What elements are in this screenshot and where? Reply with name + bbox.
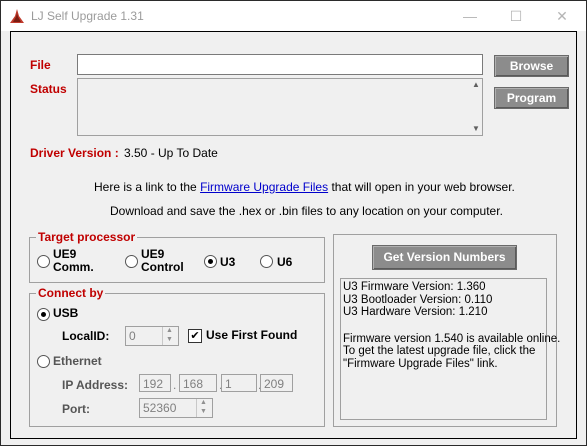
localid-value: 0 [129, 329, 136, 343]
use-first-found-label[interactable]: Use First Found [206, 329, 297, 342]
radio-ethernet-label[interactable]: Ethernet [53, 354, 102, 368]
version-output: U3 Firmware Version: 1.360 U3 Bootloader… [343, 281, 561, 370]
file-label: File [30, 58, 51, 72]
version-line [343, 319, 543, 333]
radio-ue9-control-line2: Control [141, 260, 184, 274]
scroll-down-icon[interactable]: ▼ [471, 124, 481, 134]
radio-usb[interactable] [37, 308, 50, 321]
info-line-1-suffix: that will open in your web browser. [328, 180, 515, 194]
radio-u3[interactable] [204, 255, 217, 268]
app-window: LJ Self Upgrade 1.31 — ☐ ✕ File Browse S… [0, 0, 587, 446]
version-line: U3 Firmware Version: 1.360 [343, 281, 486, 293]
localid-label: LocalID: [62, 329, 110, 343]
version-line: "Firmware Upgrade Files" link. [343, 357, 498, 370]
port-label: Port: [62, 402, 90, 416]
radio-ethernet[interactable] [37, 355, 50, 368]
radio-ue9-control[interactable] [125, 255, 138, 268]
file-input[interactable] [77, 54, 483, 75]
status-textarea[interactable]: ▲ ▼ [77, 78, 483, 136]
spinner-arrows-icon[interactable]: ▲ ▼ [162, 327, 178, 345]
target-processor-title: Target processor [36, 230, 138, 244]
driver-version-label: Driver Version : [30, 146, 119, 160]
spinner-arrows-icon[interactable]: ▲ ▼ [196, 399, 212, 417]
title-bar[interactable]: LJ Self Upgrade 1.31 — ☐ ✕ [1, 1, 586, 31]
version-line: U3 Bootloader Version: 0.110 [343, 293, 493, 306]
connect-by-title: Connect by [36, 286, 106, 300]
version-line: U3 Hardware Version: 1.210 [343, 306, 488, 318]
get-version-numbers-button[interactable]: Get Version Numbers [372, 245, 517, 270]
ip-octet-3[interactable]: 1 [221, 374, 257, 392]
radio-ue9-control-label[interactable]: UE9 Control [141, 248, 184, 274]
port-value: 52360 [143, 401, 177, 415]
checkmark-icon: ✔ [190, 330, 200, 342]
labjack-logo-icon [10, 9, 24, 23]
version-line: To get the latest upgrade file, click th… [343, 345, 536, 357]
close-icon[interactable]: ✕ [539, 1, 585, 31]
maximize-icon[interactable]: ☐ [493, 1, 539, 31]
driver-version-value: 3.50 - Up To Date [124, 146, 218, 160]
ip-octet-2[interactable]: 168 [179, 374, 217, 392]
window-title: LJ Self Upgrade 1.31 [31, 9, 144, 23]
radio-u3-label[interactable]: U3 [220, 256, 235, 269]
radio-ue9-comm-line2: Comm. [53, 260, 94, 274]
radio-usb-label[interactable]: USB [53, 307, 78, 320]
radio-u6-label[interactable]: U6 [277, 256, 292, 269]
localid-spinner[interactable]: 0 ▲ ▼ [125, 326, 179, 346]
info-line-1-prefix: Here is a link to the [94, 180, 201, 194]
info-line-2: Download and save the .hex or .bin files… [110, 204, 503, 218]
version-line: Firmware version 1.540 is available onli… [343, 332, 561, 345]
port-spinner[interactable]: 52360 ▲ ▼ [139, 398, 213, 418]
ip-octet-1[interactable]: 192 [139, 374, 171, 392]
browse-button[interactable]: Browse [494, 55, 569, 77]
info-line-1: Here is a link to the Firmware Upgrade F… [94, 180, 515, 194]
radio-u6[interactable] [260, 255, 273, 268]
program-button[interactable]: Program [494, 87, 569, 109]
ip-address-label: IP Address: [62, 378, 129, 392]
radio-ue9-comm-label[interactable]: UE9 Comm. [53, 248, 94, 274]
use-first-found-checkbox[interactable]: ✔ [188, 329, 202, 343]
ip-octet-4[interactable]: 209 [260, 374, 293, 392]
radio-ue9-comm[interactable] [37, 255, 50, 268]
ip-dot: . [173, 378, 177, 392]
minimize-icon[interactable]: — [447, 1, 493, 31]
scroll-up-icon[interactable]: ▲ [471, 80, 481, 90]
firmware-upgrade-files-link[interactable]: Firmware Upgrade Files [200, 180, 328, 194]
status-label: Status [30, 82, 67, 96]
